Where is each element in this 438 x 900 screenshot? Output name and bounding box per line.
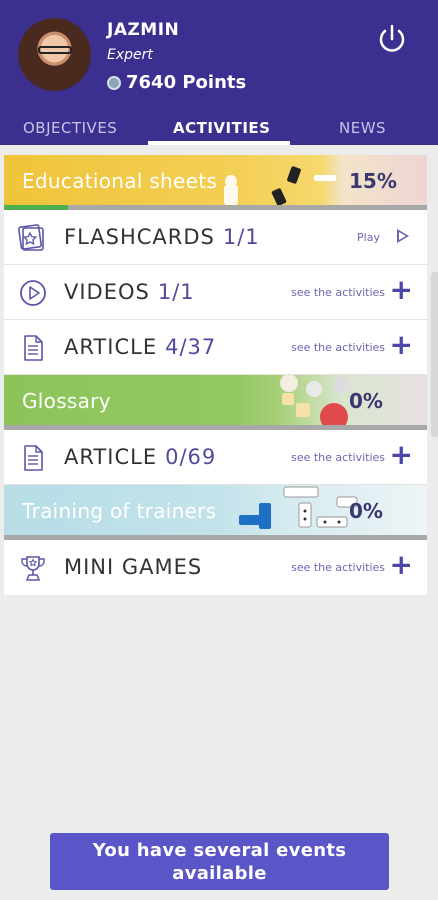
row-title: ARTICLE [64, 335, 158, 359]
activity-row-videos[interactable]: VIDEOS 1/1 see the activities + [4, 265, 427, 320]
row-label: VIDEOS 1/1 [64, 280, 195, 304]
see-activities-link[interactable]: see the activities [291, 561, 385, 574]
row-count: 4/37 [165, 335, 217, 359]
dominoes-decoration [239, 486, 358, 529]
row-title: FLASHCARDS [64, 225, 215, 249]
section-title: Training of trainers [22, 499, 217, 523]
coin-icon [107, 75, 121, 90]
events-button-line2: available [172, 863, 267, 884]
play-icon[interactable] [397, 229, 409, 243]
trophy-icon [21, 556, 45, 581]
row-label: ARTICLE 0/69 [64, 445, 216, 469]
tab-news[interactable]: NEWS [339, 119, 386, 137]
play-link[interactable]: Play [357, 231, 380, 244]
flashcard-icon [18, 224, 44, 251]
section-educational-sheets[interactable]: Educational sheets 15% [4, 155, 427, 210]
activity-row-mini-games[interactable]: MINI GAMES see the activities + [4, 540, 427, 595]
plus-icon[interactable]: + [390, 550, 413, 580]
row-count: 1/1 [222, 225, 260, 249]
profile-header: JAZMIN Expert 7640 Points OBJECTIVES ACT… [0, 0, 438, 145]
events-button[interactable]: You have several events available [50, 833, 389, 890]
glasses-decoration [38, 46, 72, 54]
panel-end [4, 595, 427, 596]
user-name: JAZMIN [107, 20, 180, 40]
row-count: 0/69 [165, 445, 217, 469]
events-button-line1: You have several events [92, 840, 347, 861]
document-icon [24, 445, 43, 471]
play-circle-icon [20, 280, 46, 306]
tab-activities[interactable]: ACTIVITIES [173, 119, 270, 137]
chess-pieces-decoration [224, 166, 336, 206]
activity-row-flashcards[interactable]: FLASHCARDS 1/1 Play [4, 210, 427, 265]
see-activities-link[interactable]: see the activities [291, 451, 385, 464]
row-label: ARTICLE 4/37 [64, 335, 216, 359]
scrollbar[interactable] [431, 272, 438, 437]
section-title: Educational sheets [22, 169, 218, 193]
section-percent: 15% [349, 169, 397, 193]
row-label: FLASHCARDS 1/1 [64, 225, 260, 249]
user-level: Expert [107, 47, 153, 63]
section-percent: 0% [349, 499, 383, 523]
see-activities-link[interactable]: see the activities [291, 341, 385, 354]
tab-bar: OBJECTIVES ACTIVITIES NEWS [0, 113, 438, 145]
power-icon[interactable] [375, 22, 409, 56]
row-title: VIDEOS [64, 280, 150, 304]
document-icon [24, 335, 43, 361]
points-display: 7640 Points [107, 72, 246, 93]
activity-row-article[interactable]: ARTICLE 4/37 see the activities + [4, 320, 427, 375]
active-tab-indicator [148, 141, 290, 145]
plus-icon[interactable]: + [390, 275, 413, 305]
section-glossary[interactable]: Glossary 0% [4, 375, 427, 430]
avatar[interactable] [18, 18, 91, 91]
plus-icon[interactable]: + [390, 330, 413, 360]
row-count: 1/1 [157, 280, 195, 304]
see-activities-link[interactable]: see the activities [291, 286, 385, 299]
section-training-of-trainers[interactable]: Training of trainers 0% [4, 485, 427, 540]
row-title: MINI GAMES [64, 555, 203, 579]
section-title: Glossary [22, 389, 111, 413]
activity-row-article[interactable]: ARTICLE 0/69 see the activities + [4, 430, 427, 485]
plus-icon[interactable]: + [390, 440, 413, 470]
row-title: ARTICLE [64, 445, 158, 469]
activities-panel: Educational sheets 15% FLASHCARDS 1/1 Pla… [4, 155, 427, 595]
tab-objectives[interactable]: OBJECTIVES [23, 119, 117, 137]
row-label: MINI GAMES [64, 555, 210, 579]
section-percent: 0% [349, 389, 383, 413]
points-value: 7640 Points [126, 72, 247, 93]
